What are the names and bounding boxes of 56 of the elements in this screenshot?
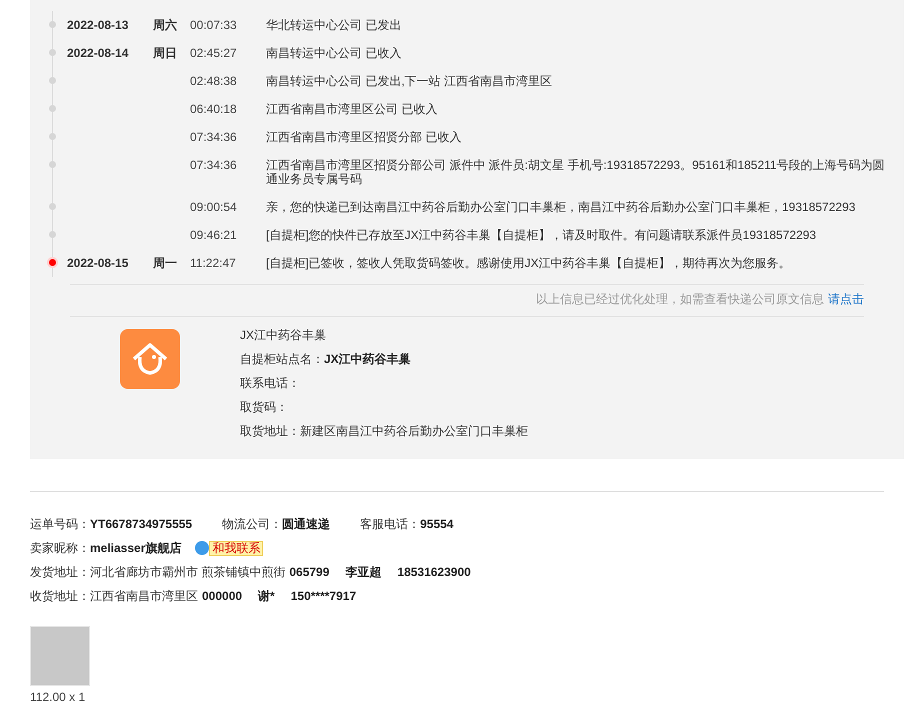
- station-name: JX江中药谷丰巢: [240, 327, 328, 344]
- field-value: 新建区南昌江中药谷后勤办公室门口丰巢柜: [300, 423, 528, 440]
- field-label: 取货地址：: [240, 423, 300, 440]
- info-label: 发货地址：: [30, 564, 90, 581]
- time-text: 11:22:47: [190, 256, 236, 270]
- product-photo-placeholder[interactable]: [30, 626, 90, 686]
- field-label: 取货码：: [240, 399, 288, 416]
- time-text: 02:45:27: [190, 46, 237, 60]
- time-text: 07:34:36: [190, 130, 237, 144]
- info-value: 95554: [420, 516, 454, 533]
- date-text: 2022-08-14: [67, 46, 128, 60]
- info-label: 卖家昵称：: [30, 540, 90, 557]
- address-text: 河北省廊坊市霸州市 煎茶铺镇中煎街: [90, 564, 286, 581]
- time-text: 02:48:38: [190, 74, 237, 88]
- address-text: 江西省南昌市湾里区: [90, 588, 198, 605]
- address-detail: 18531623900: [397, 564, 471, 581]
- info-label: 运单号码：: [30, 516, 90, 533]
- field-label: 自提柜站点名：: [240, 351, 324, 368]
- time-text: 07:34:36: [190, 158, 237, 172]
- tracking-message: 华北转运中心公司 已发出: [266, 18, 402, 32]
- address-detail: 李亚超: [345, 564, 382, 581]
- note-text: 以上信息已经过优化处理，如需查看快递公司原文信息: [536, 292, 824, 306]
- weekday-text: 周六: [153, 18, 177, 32]
- time-text: 06:40:18: [190, 102, 237, 116]
- contact-button[interactable]: 和我联系: [209, 540, 264, 556]
- tracking-message: [自提柜]您的快件已存放至JX江中药谷丰巢【自提柜】，请及时取件。有问题请联系派件员19318572293: [266, 228, 816, 242]
- weekday-text: 周一: [153, 256, 177, 270]
- tracking-message: 江西省南昌市湾里区招贤分部 已收入: [266, 130, 462, 144]
- tracking-message: 南昌转运中心公司 已收入: [266, 46, 402, 60]
- time-text: 09:46:21: [190, 228, 237, 242]
- address-detail: 150****7917: [290, 588, 356, 605]
- tracking-message: 江西省南昌市湾里区公司 已收入: [266, 102, 438, 116]
- time-text: 09:00:54: [190, 200, 237, 214]
- chat-bubble-icon: [195, 541, 210, 555]
- address-detail: 谢*: [258, 588, 275, 605]
- info-label: 物流公司：: [222, 516, 282, 533]
- price-quantity: 112.00 x 1: [30, 689, 86, 706]
- date-text: 2022-08-15: [67, 256, 128, 270]
- view-original-link[interactable]: 请点击: [828, 292, 864, 306]
- tracking-message: 亲，您的快递已到达南昌江中药谷后勤办公室门口丰巢柜，南昌江中药谷后勤办公室门口丰巢柜，19318572293: [266, 200, 856, 214]
- info-value: meliasser旗舰店: [90, 540, 182, 557]
- date-text: 2022-08-13: [67, 18, 128, 32]
- info-label: 收货地址：: [30, 588, 90, 605]
- info-label: 客服电话：: [360, 516, 420, 533]
- weekday-text: 周日: [153, 46, 177, 60]
- address-detail: 065799: [289, 564, 330, 581]
- tracking-message: 江西省南昌市湾里区招贤分部公司 派件中 派件员:胡文星 手机号:19318572293。95161和185211号段的上海号码为圆通业务员专属号码: [266, 158, 885, 186]
- time-text: 00:07:33: [190, 18, 237, 32]
- tracking-message: [自提柜]已签收，签收人凭取货码签收。感谢使用JX江中药谷丰巢【自提柜】，期待再次为您服务。: [266, 256, 791, 270]
- info-value: 圆通速递: [282, 516, 330, 533]
- info-value: YT6678734975555: [90, 516, 192, 533]
- bird-logo-icon: [120, 329, 180, 389]
- tracking-message: 南昌转运中心公司 已发出,下一站 江西省南昌市湾里区: [266, 74, 552, 88]
- field-label: 联系电话：: [240, 375, 300, 392]
- field-value: JX江中药谷丰巢: [324, 351, 411, 368]
- address-detail: 000000: [202, 588, 242, 605]
